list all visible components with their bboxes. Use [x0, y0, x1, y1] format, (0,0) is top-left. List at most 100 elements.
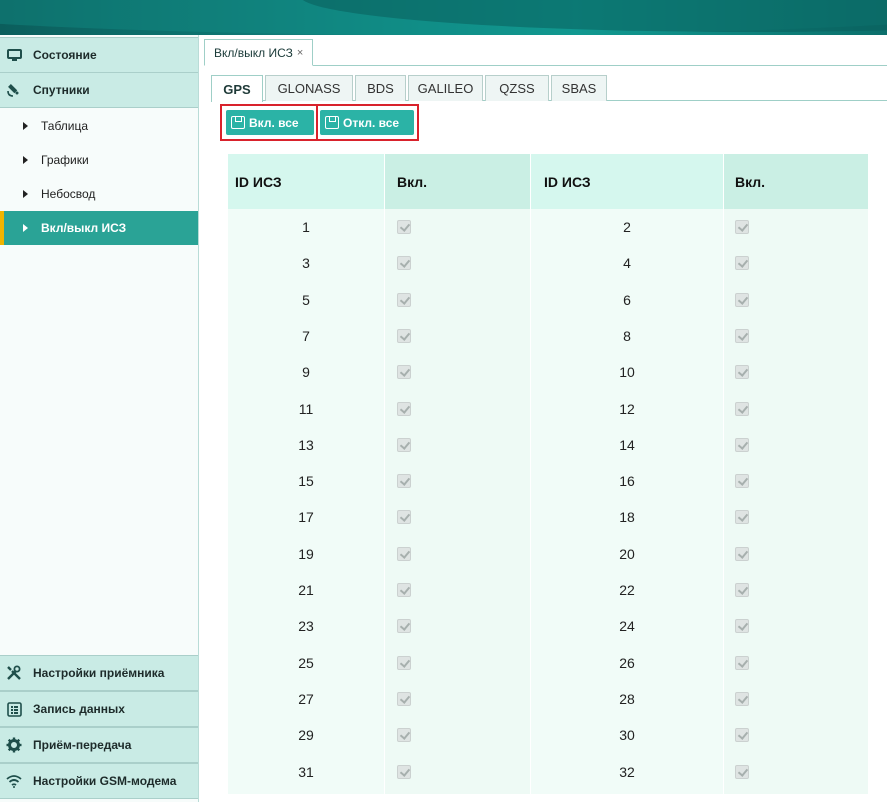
enabled-checkbox[interactable]: [735, 546, 749, 561]
table-row: 29 30: [228, 717, 868, 753]
satellite-id: 6: [623, 291, 631, 308]
system-tab-bar: GPS GLONASS BDS GALILEO QZSS SBAS: [211, 75, 887, 102]
satellite-id: 17: [298, 509, 314, 526]
enabled-checkbox[interactable]: [397, 510, 411, 525]
enabled-checkbox[interactable]: [397, 437, 411, 452]
satellite-id: 23: [298, 618, 314, 635]
enabled-checkbox[interactable]: [397, 365, 411, 380]
enabled-checkbox[interactable]: [735, 764, 749, 779]
enabled-checkbox[interactable]: [735, 691, 749, 706]
enabled-checkbox[interactable]: [735, 328, 749, 343]
enabled-checkbox[interactable]: [735, 437, 749, 452]
table-row: 12: [228, 209, 868, 245]
satellite-id: 28: [619, 690, 635, 707]
sidebar-group-data-logging[interactable]: Запись данных: [0, 691, 198, 727]
enabled-checkbox[interactable]: [735, 256, 749, 271]
satellite-id: 5: [302, 291, 310, 308]
satellite-id: 14: [619, 436, 635, 453]
sidebar-item-label: Таблица: [41, 119, 89, 133]
satellite-id: 4: [623, 255, 631, 272]
sidebar-item-skyplot[interactable]: Небосвод: [0, 177, 198, 211]
satellite-id: 19: [298, 545, 314, 562]
enabled-checkbox[interactable]: [397, 728, 411, 743]
satellite-id: 26: [619, 654, 635, 671]
column-header-enabled: Вкл.: [724, 154, 868, 209]
satellite-id: 30: [619, 727, 635, 744]
tab-glonass[interactable]: GLONASS: [265, 75, 353, 101]
disable-all-button[interactable]: Откл. все: [320, 110, 414, 135]
enabled-checkbox[interactable]: [397, 401, 411, 416]
enabled-checkbox[interactable]: [397, 546, 411, 561]
sidebar-item-label: Графики: [41, 153, 89, 167]
sidebar-group-gsm-settings[interactable]: Настройки GSM-модема: [0, 763, 198, 799]
enabled-checkbox[interactable]: [735, 292, 749, 307]
sidebar-group-receiver-settings[interactable]: Настройки приёмника: [0, 655, 198, 691]
enabled-checkbox[interactable]: [397, 691, 411, 706]
tab-galileo[interactable]: GALILEO: [408, 75, 483, 101]
tab-bds[interactable]: BDS: [355, 75, 406, 101]
sidebar-item-label: Вкл/выкл ИСЗ: [41, 221, 127, 235]
panel-tab-satellite-toggle[interactable]: Вкл/выкл ИСЗ ×: [204, 39, 314, 66]
table-row: 11 12: [228, 391, 868, 427]
enabled-checkbox[interactable]: [735, 365, 749, 380]
table-row: 21 22: [228, 572, 868, 608]
enabled-checkbox[interactable]: [735, 401, 749, 416]
enabled-checkbox[interactable]: [397, 619, 411, 634]
enable-all-button[interactable]: Вкл. все: [226, 110, 314, 135]
enabled-checkbox[interactable]: [735, 728, 749, 743]
table-row: 13 14: [228, 427, 868, 463]
disable-all-label: Откл. все: [343, 115, 400, 130]
column-header-id: ID ИСЗ: [531, 154, 723, 209]
satellite-id: 29: [298, 727, 314, 744]
sidebar-item-charts[interactable]: Графики: [0, 143, 198, 177]
save-icon: [325, 116, 339, 129]
sidebar-item-satellite-toggle[interactable]: Вкл/выкл ИСЗ: [0, 211, 198, 245]
table-row: 27 28: [228, 681, 868, 717]
enabled-checkbox[interactable]: [397, 655, 411, 670]
enabled-checkbox[interactable]: [397, 764, 411, 779]
satellite-id: 21: [298, 582, 314, 598]
enabled-checkbox[interactable]: [735, 655, 749, 670]
satellite-id: 31: [298, 763, 314, 780]
table-row: 31 32: [228, 754, 868, 790]
satellite-id: 9: [302, 364, 310, 381]
satellite-id: 7: [302, 327, 310, 344]
enabled-checkbox[interactable]: [397, 583, 411, 597]
sidebar-group-satellites[interactable]: Спутники: [0, 72, 198, 108]
enabled-checkbox[interactable]: [735, 619, 749, 634]
table-row: 19 20: [228, 536, 868, 572]
sidebar-group-status[interactable]: Состояние: [0, 37, 198, 73]
enabled-checkbox[interactable]: [735, 583, 749, 597]
enabled-checkbox[interactable]: [735, 510, 749, 525]
close-icon[interactable]: ×: [297, 47, 303, 59]
column-header-enabled: Вкл.: [385, 154, 530, 209]
satellite-id: 10: [619, 364, 635, 381]
satellite-id: 18: [619, 509, 635, 526]
enabled-checkbox[interactable]: [397, 328, 411, 343]
enabled-checkbox[interactable]: [735, 474, 749, 489]
satellite-id: 27: [298, 690, 314, 707]
sidebar-group-label: Настройки приёмника: [33, 666, 165, 680]
sidebar-group-transmission[interactable]: Приём-передача: [0, 727, 198, 763]
tab-sbas[interactable]: SBAS: [551, 75, 607, 101]
gear-icon: [6, 737, 22, 753]
tab-gps[interactable]: GPS: [211, 75, 263, 102]
enabled-checkbox[interactable]: [397, 474, 411, 489]
satellite-table: ID ИСЗ Вкл. ID ИСЗ Вкл. 1 2 3 4 5 6 7 8 9 10 11 12 1…: [228, 154, 868, 794]
satellite-icon: [6, 82, 22, 98]
table-row: 17 18: [228, 499, 868, 535]
enabled-checkbox[interactable]: [397, 220, 411, 234]
sidebar-item-table[interactable]: Таблица: [0, 109, 198, 143]
caret-right-icon: [23, 224, 28, 232]
tab-qzss[interactable]: QZSS: [485, 75, 549, 101]
satellite-id: 8: [623, 327, 631, 344]
sidebar-group-label: Настройки GSM-модема: [33, 774, 177, 788]
enabled-checkbox[interactable]: [397, 292, 411, 307]
save-icon: [231, 116, 245, 129]
enabled-checkbox[interactable]: [397, 256, 411, 271]
sidebar-group-label: Запись данных: [33, 702, 125, 716]
satellite-id: 24: [619, 618, 635, 635]
table-row: 23 24: [228, 608, 868, 644]
enabled-checkbox[interactable]: [735, 220, 749, 234]
panel-tab-label: Вкл/выкл ИСЗ: [214, 45, 293, 60]
